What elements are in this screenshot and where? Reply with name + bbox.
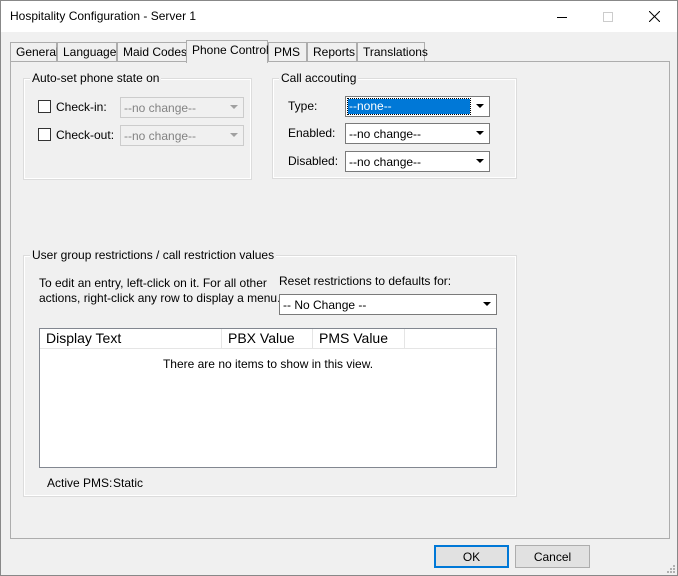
chevron-down-icon xyxy=(471,125,488,142)
type-select-value: --none-- xyxy=(347,98,471,115)
tab-maid-codes[interactable]: Maid Codes xyxy=(117,42,188,62)
tab-label: PMS xyxy=(274,45,301,59)
chevron-down-icon xyxy=(471,98,488,115)
minimize-button[interactable] xyxy=(539,1,585,32)
column-pms-value[interactable]: PMS Value xyxy=(313,329,405,349)
resize-grip-icon[interactable] xyxy=(665,563,675,573)
tab-label: Maid Codes xyxy=(123,45,188,59)
active-pms-label: Active PMS: xyxy=(47,476,113,490)
reset-select-value: -- No Change -- xyxy=(283,298,367,312)
restrictions-legend: User group restrictions / call restricti… xyxy=(30,248,277,262)
disabled-select-value: --no change-- xyxy=(349,155,422,169)
checkout-select-value: --no change-- xyxy=(124,129,197,143)
tab-general[interactable]: General xyxy=(10,42,59,62)
tab-label: Phone Control xyxy=(192,43,269,57)
enabled-label: Enabled: xyxy=(288,126,336,140)
tab-reports[interactable]: Reports xyxy=(307,42,357,62)
checkin-label: Check-in: xyxy=(56,100,107,114)
restrictions-listview[interactable]: Display Text PBX Value PMS Value There a… xyxy=(39,328,497,468)
reset-select[interactable]: -- No Change -- xyxy=(279,294,497,315)
empty-list-message: There are no items to show in this view. xyxy=(162,357,374,371)
call-accounting-legend: Call accouting xyxy=(279,71,359,85)
help-text-line1: To edit an entry, left-click on it. For … xyxy=(39,276,267,290)
close-icon xyxy=(648,11,660,22)
checkout-select: --no change-- xyxy=(120,125,244,146)
checkout-label: Check-out: xyxy=(56,128,115,142)
tab-label: General xyxy=(16,45,59,59)
checkin-select-value: --no change-- xyxy=(124,101,197,115)
chevron-down-icon xyxy=(471,153,488,170)
minimize-icon xyxy=(557,16,567,18)
tab-pms[interactable]: PMS xyxy=(268,42,307,62)
phone-control-panel: Auto-set phone state on Check-in: --no c… xyxy=(10,61,670,539)
title-bar[interactable]: Hospitality Configuration - Server 1 xyxy=(1,1,677,32)
autoset-group: Auto-set phone state on Check-in: --no c… xyxy=(23,71,252,180)
checkin-select: --no change-- xyxy=(120,97,244,118)
checkout-checkbox[interactable] xyxy=(38,128,51,141)
listview-header: Display Text PBX Value PMS Value xyxy=(40,329,496,349)
tab-label: Translations xyxy=(363,45,428,59)
close-button[interactable] xyxy=(631,1,677,32)
type-select[interactable]: --none-- xyxy=(345,96,490,117)
window-title: Hospitality Configuration - Server 1 xyxy=(10,9,197,23)
tab-label: Language xyxy=(63,45,117,59)
chevron-down-icon xyxy=(478,296,495,313)
maximize-button xyxy=(585,1,631,32)
column-display-text[interactable]: Display Text xyxy=(40,329,222,349)
ok-button-label: OK xyxy=(462,549,481,564)
type-label: Type: xyxy=(288,99,318,113)
tab-language[interactable]: Language xyxy=(57,42,117,62)
column-pbx-value[interactable]: PBX Value xyxy=(222,329,313,349)
ok-button[interactable]: OK xyxy=(434,545,509,568)
checkin-checkbox[interactable] xyxy=(38,100,51,113)
enabled-select[interactable]: --no change-- xyxy=(345,123,490,144)
dialog-window: Hospitality Configuration - Server 1 Gen… xyxy=(0,0,678,576)
chevron-down-icon xyxy=(225,127,242,144)
tab-label: Reports xyxy=(313,45,356,59)
disabled-label: Disabled: xyxy=(288,154,339,168)
enabled-select-value: --no change-- xyxy=(349,127,422,141)
call-accounting-group: Call accouting Type: --none-- Enabled: -… xyxy=(272,71,517,179)
cancel-button-label: Cancel xyxy=(533,549,572,564)
help-text-line2: actions, right-click any row to display … xyxy=(39,291,281,305)
tab-translations[interactable]: Translations xyxy=(357,42,428,62)
reset-label: Reset restrictions to defaults for: xyxy=(279,274,452,288)
autoset-legend: Auto-set phone state on xyxy=(30,71,162,85)
active-pms-value: Static xyxy=(113,476,144,490)
restrictions-group: User group restrictions / call restricti… xyxy=(23,248,517,497)
maximize-icon xyxy=(603,11,613,22)
cancel-button[interactable]: Cancel xyxy=(515,545,590,568)
chevron-down-icon xyxy=(225,99,242,116)
disabled-select[interactable]: --no change-- xyxy=(345,151,490,172)
tab-phone-control[interactable]: Phone Control xyxy=(186,40,269,63)
